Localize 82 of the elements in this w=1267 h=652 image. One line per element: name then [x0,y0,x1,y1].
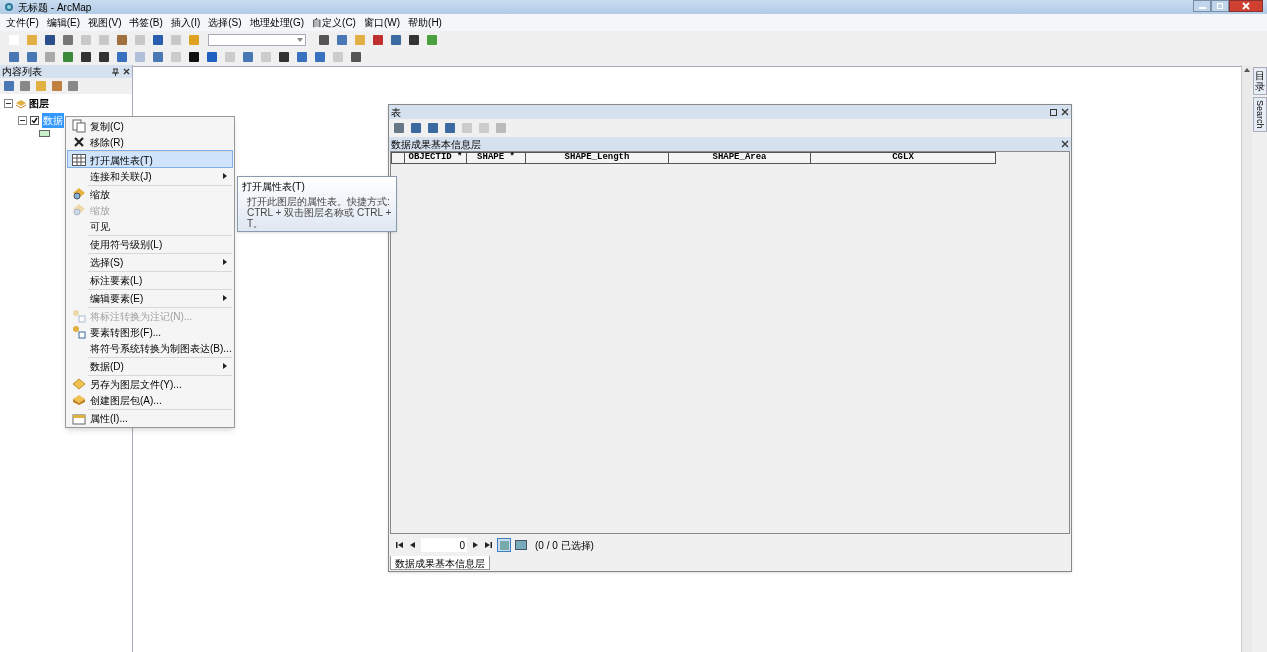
menu-item[interactable]: 书签(B) [129,15,163,30]
tooltip-title: 打开属性表(T) [242,180,306,194]
maximize-button[interactable] [1050,108,1057,116]
menu-item[interactable]: 缩放 [67,184,233,202]
minimize-button[interactable] [1193,0,1211,12]
menu-item[interactable]: 标注要素(L) [67,270,233,288]
layer-checkbox[interactable] [30,116,39,125]
window-title: 无标题 - ArcMap [18,0,92,15]
column-header[interactable]: CGLX [811,152,996,164]
menu-item[interactable]: 选择(S) [67,252,233,270]
convert-icon [72,325,86,339]
diamond-icon [72,378,86,390]
pin-icon[interactable] [112,67,119,76]
menu-item[interactable]: 打开属性表(T) [67,150,233,168]
tree-item[interactable]: 图层 [29,96,49,111]
menu-item[interactable]: 属性(I)... [67,408,233,426]
menu-item[interactable]: 自定义(C) [312,15,356,30]
zoom-layer-icon [72,187,86,201]
menu-item[interactable]: 地理处理(G) [249,15,305,30]
submenu-arrow-icon [223,259,227,265]
menu-item[interactable]: 文件(F) [6,15,39,30]
tooltip-text: 打开此图层的属性表。快捷方式: CTRL + 双击图层名称或 CTRL + T。 [246,196,392,229]
menu-item[interactable]: 要素转图形(F)... [67,324,233,340]
dock-tab[interactable]: Search [1252,97,1267,132]
close-button[interactable] [1229,0,1263,12]
collapse-icon[interactable] [4,99,13,108]
menu-item[interactable]: 编辑要素(E) [67,288,233,306]
menu-item[interactable]: 将符号系统转换为制图表达(B)... [67,340,233,356]
menu-item[interactable]: 复制(C) [67,118,233,134]
menu-item[interactable]: 数据(D) [67,356,233,374]
menu-item[interactable]: 编辑(E) [46,15,81,30]
close-button[interactable] [1061,140,1069,148]
submenu-arrow-icon [223,363,227,369]
panel-title: 内容列表 [2,65,42,79]
menu-item[interactable]: 视图(V) [88,15,122,30]
properties-icon [72,411,86,425]
column-header[interactable]: OBJECTID * [405,152,467,164]
close-icon [1061,108,1069,116]
last-record-button[interactable] [484,540,493,550]
scroll-up-icon[interactable] [1244,68,1250,72]
previous-record-button[interactable] [408,540,417,550]
menu-item[interactable]: 窗口(W) [363,15,401,30]
close-icon [73,136,85,148]
table-tab[interactable]: 数据成果基本信息层 [390,556,490,570]
zoom-layer-icon [72,203,86,217]
close-icon [1242,2,1250,10]
next-icon [473,542,478,548]
close-icon[interactable] [123,68,130,75]
table-tab-title: 数据成果基本信息层 [391,137,481,152]
column-header[interactable]: SHAPE_Length [526,152,669,164]
first-record-button[interactable] [395,540,404,550]
restore-button[interactable] [1211,0,1229,12]
last-icon [485,542,492,548]
submenu-arrow-icon [223,173,227,179]
previous-icon [410,542,415,548]
menu-item[interactable]: 另存为图层文件(Y)... [67,374,233,392]
column-header[interactable]: SHAPE_Area [669,152,811,164]
close-icon [1061,140,1069,148]
show-selected-records-button[interactable] [515,540,527,550]
column-header[interactable]: SHAPE * [467,152,526,164]
package-icon [72,394,86,406]
dock-tab[interactable]: 目录 [1252,67,1267,95]
menu-item[interactable]: 帮助(H) [408,15,442,30]
menu-item[interactable]: 使用符号级别(L) [67,234,233,252]
selection-count: (0 / 0 已选择) [535,538,594,553]
polygon-symbol [39,130,50,137]
app-icon [4,2,14,12]
record-field[interactable]: 0 [421,538,467,552]
window-title: 表 [391,105,401,120]
menu-item[interactable]: 连接和关联(J) [67,168,233,184]
caret-icon [297,37,303,42]
close-button[interactable] [1061,108,1069,116]
menu-item[interactable]: 插入(I) [170,15,201,30]
menu-item[interactable]: 创建图层包(A)... [67,392,233,408]
collapse-icon[interactable] [18,116,27,125]
convert-icon [72,309,86,323]
first-icon [396,542,403,548]
menu-item[interactable]: 可见 [67,218,233,234]
menu-item[interactable]: 移除(R) [67,134,233,150]
next-record-button[interactable] [471,540,480,550]
submenu-arrow-icon [223,295,227,301]
menu-item[interactable]: 选择(S) [208,15,242,30]
